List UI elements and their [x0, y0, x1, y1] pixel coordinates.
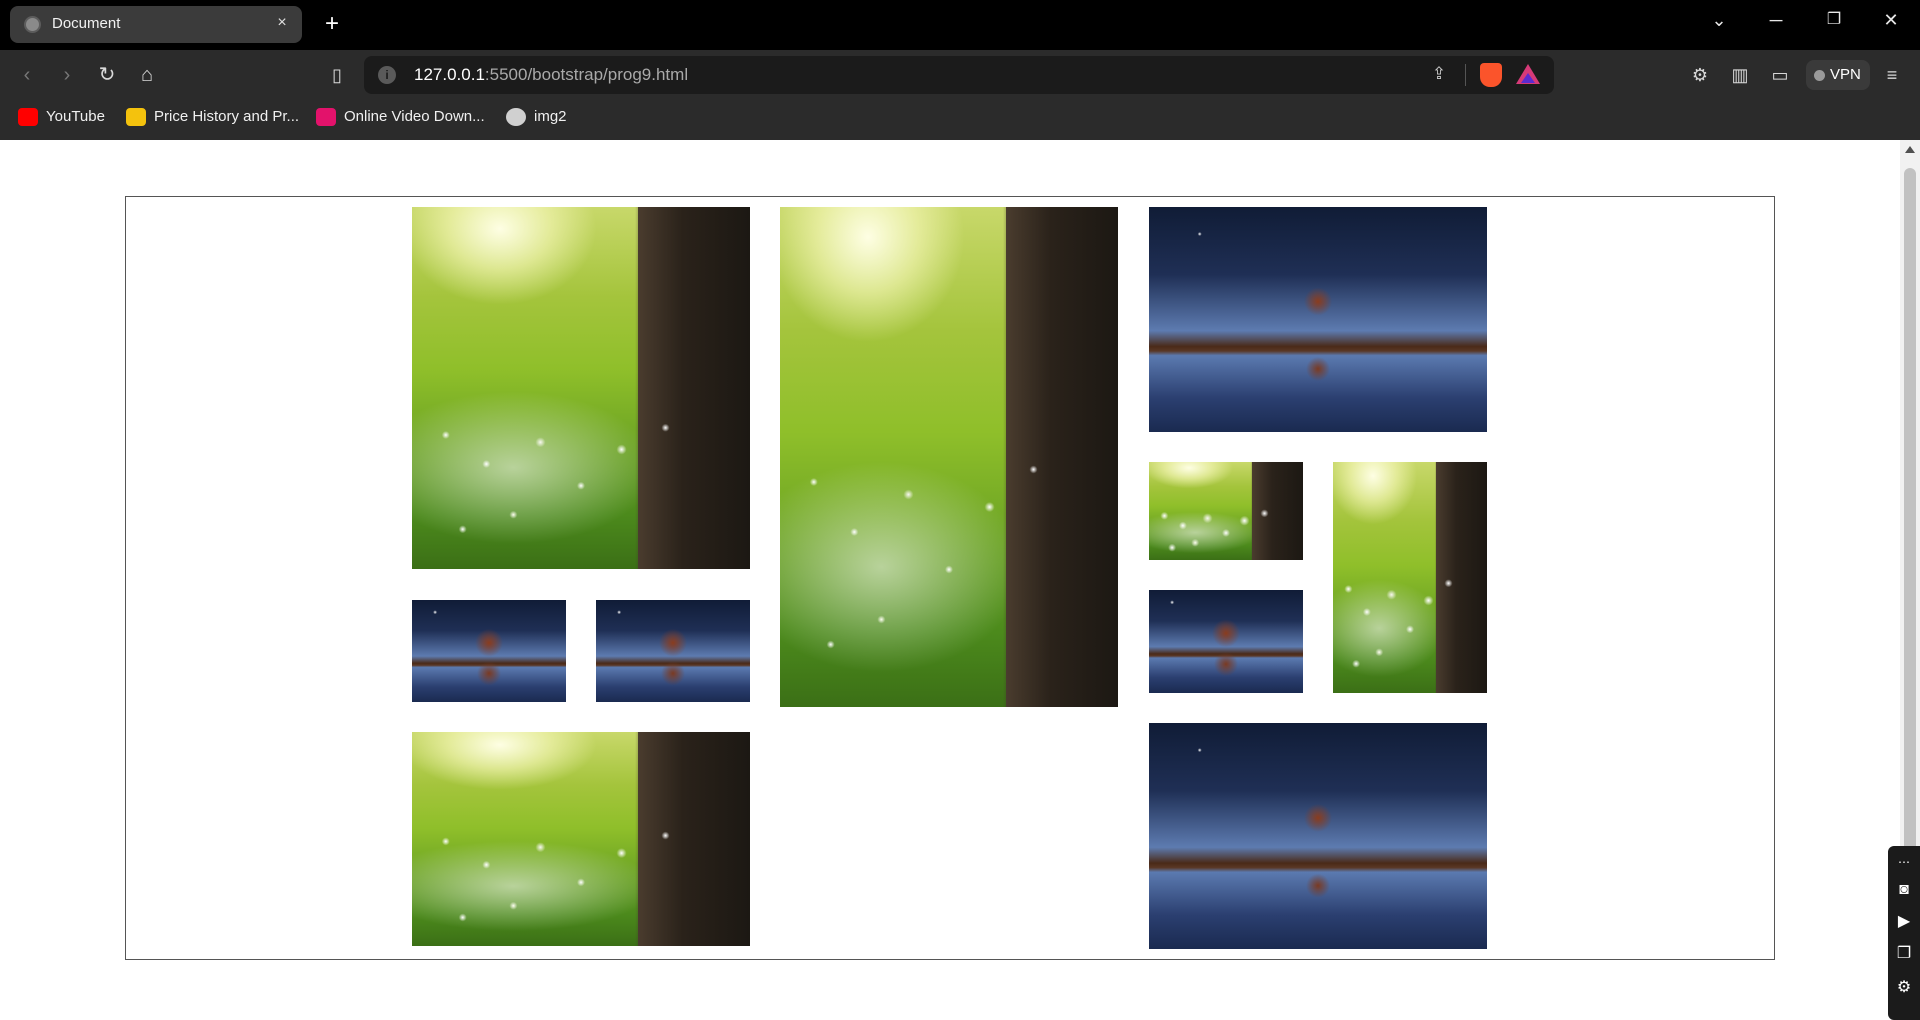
sidebar-icon[interactable]: ▥	[1728, 63, 1752, 87]
windows-icon[interactable]: ❐	[1894, 944, 1914, 964]
tab-document[interactable]: Document ×	[10, 6, 302, 43]
image-night-tree-lake-small-3	[1149, 590, 1303, 693]
scroll-thumb[interactable]	[1904, 168, 1916, 868]
home-icon[interactable]: ⌂	[134, 62, 160, 88]
image-meadow-tree	[412, 207, 750, 569]
minimize-button[interactable]: ─	[1761, 8, 1791, 32]
image-meadow-tree-small	[1149, 462, 1303, 560]
image-meadow-tree-tall	[780, 207, 1118, 707]
omnibox-divider	[1465, 64, 1466, 86]
reload-icon[interactable]: ↻	[94, 62, 120, 88]
extensions-icon[interactable]: ⚙	[1688, 63, 1712, 87]
image-night-tree-lake-small-2	[596, 600, 750, 702]
image-meadow-tree-bottom	[412, 732, 750, 946]
forward-icon[interactable]: ›	[54, 62, 80, 88]
settings-gear-icon[interactable]: ⚙	[1894, 978, 1914, 998]
image-night-tree-lake-bottom	[1149, 723, 1487, 949]
youtube-icon	[18, 108, 38, 126]
close-tab-icon[interactable]: ×	[272, 13, 292, 33]
site-info-icon[interactable]: i	[378, 66, 396, 84]
tab-title: Document	[52, 15, 121, 32]
vpn-button[interactable]: VPN	[1806, 60, 1870, 90]
extension-dock: ⋯ ◙ ▶ ❐ ⚙	[1888, 846, 1920, 1020]
menu-icon[interactable]: ≡	[1880, 63, 1904, 87]
vpn-status-icon	[1814, 70, 1825, 81]
wallet-icon[interactable]: ▭	[1768, 63, 1792, 87]
pricehistory-icon	[126, 108, 146, 126]
share-icon[interactable]: ⇪	[1428, 64, 1450, 86]
address-bar[interactable]: i 127.0.0.1:5500/bootstrap/prog9.html ⇪	[364, 56, 1554, 94]
scroll-up-icon[interactable]	[1905, 146, 1915, 153]
new-tab-button[interactable]: +	[320, 12, 344, 36]
brave-shields-icon[interactable]	[1480, 63, 1502, 87]
image-hand-holding-tree	[780, 737, 1118, 942]
dock-more-icon[interactable]: ⋯	[1894, 852, 1914, 872]
close-window-button[interactable]: ✕	[1876, 8, 1906, 32]
back-icon[interactable]: ‹	[14, 62, 40, 88]
bookmark-icon[interactable]: ▯	[324, 62, 350, 88]
camera-icon[interactable]: ◙	[1894, 880, 1914, 900]
restore-button[interactable]: ❐	[1819, 8, 1849, 32]
tab-search-icon[interactable]: ⌄	[1704, 8, 1734, 32]
video-camera-icon[interactable]: ▶	[1894, 912, 1914, 932]
image-night-tree-lake	[1149, 207, 1487, 432]
globe-icon	[24, 16, 41, 33]
vpn-label: VPN	[1830, 66, 1861, 83]
video-downloader-icon	[316, 108, 336, 126]
globe-icon	[506, 108, 526, 126]
image-meadow-tree-narrow	[1333, 462, 1487, 693]
brave-rewards-inner-icon	[1521, 73, 1535, 83]
url-text[interactable]: 127.0.0.1:5500/bootstrap/prog9.html	[414, 65, 688, 85]
image-night-tree-lake-small-1	[412, 600, 566, 702]
